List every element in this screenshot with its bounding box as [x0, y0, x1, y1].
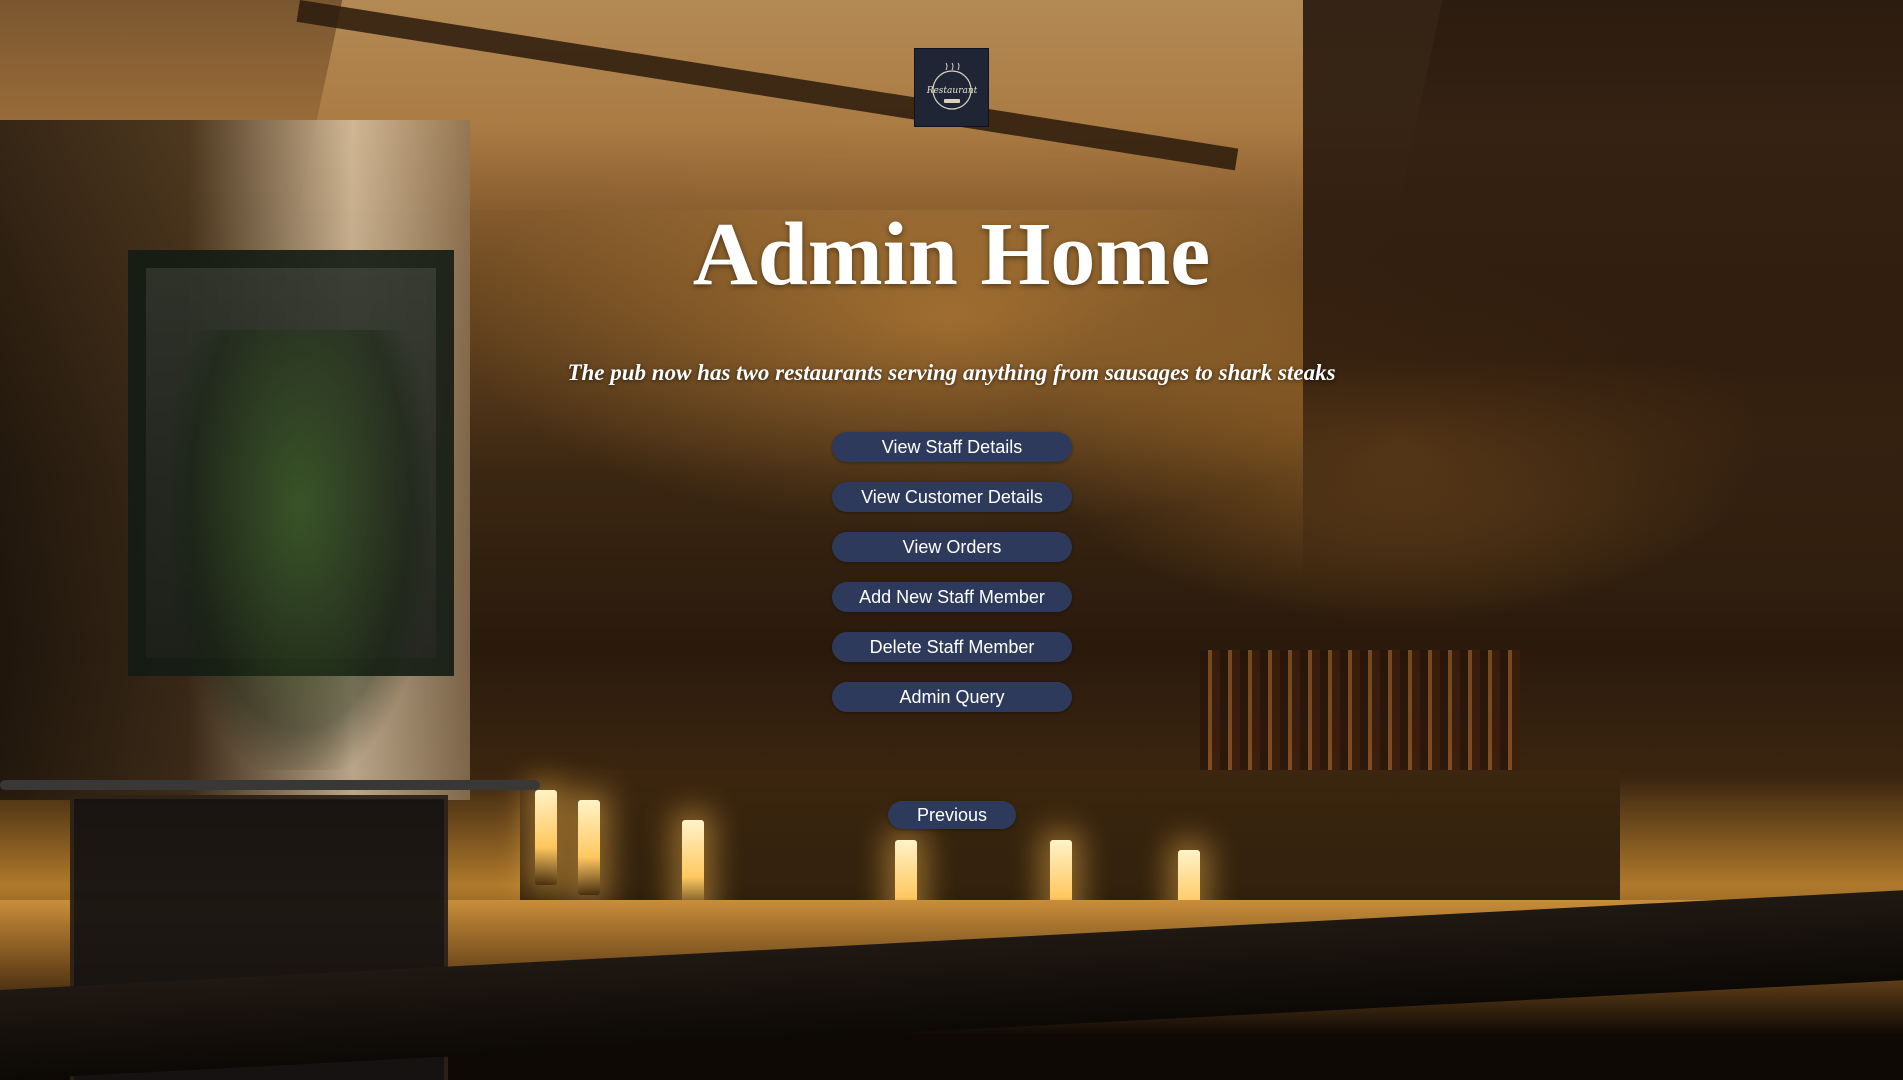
logo-emblem-icon: Restaurant [925, 62, 977, 110]
add-new-staff-member-button[interactable]: Add New Staff Member [832, 582, 1072, 612]
view-orders-button[interactable]: View Orders [832, 532, 1072, 562]
admin-menu: View Staff Details View Customer Details… [832, 432, 1072, 712]
restaurant-logo-icon: Restaurant [914, 48, 989, 127]
delete-staff-member-button[interactable]: Delete Staff Member [832, 632, 1072, 662]
previous-button[interactable]: Previous [888, 801, 1016, 829]
page-title: Admin Home [692, 205, 1211, 304]
svg-text:Restaurant: Restaurant [925, 86, 977, 96]
page-tagline: The pub now has two restaurants serving … [567, 360, 1336, 385]
admin-query-button[interactable]: Admin Query [832, 682, 1072, 712]
view-customer-details-button[interactable]: View Customer Details [832, 482, 1072, 512]
view-staff-details-button[interactable]: View Staff Details [832, 432, 1072, 462]
